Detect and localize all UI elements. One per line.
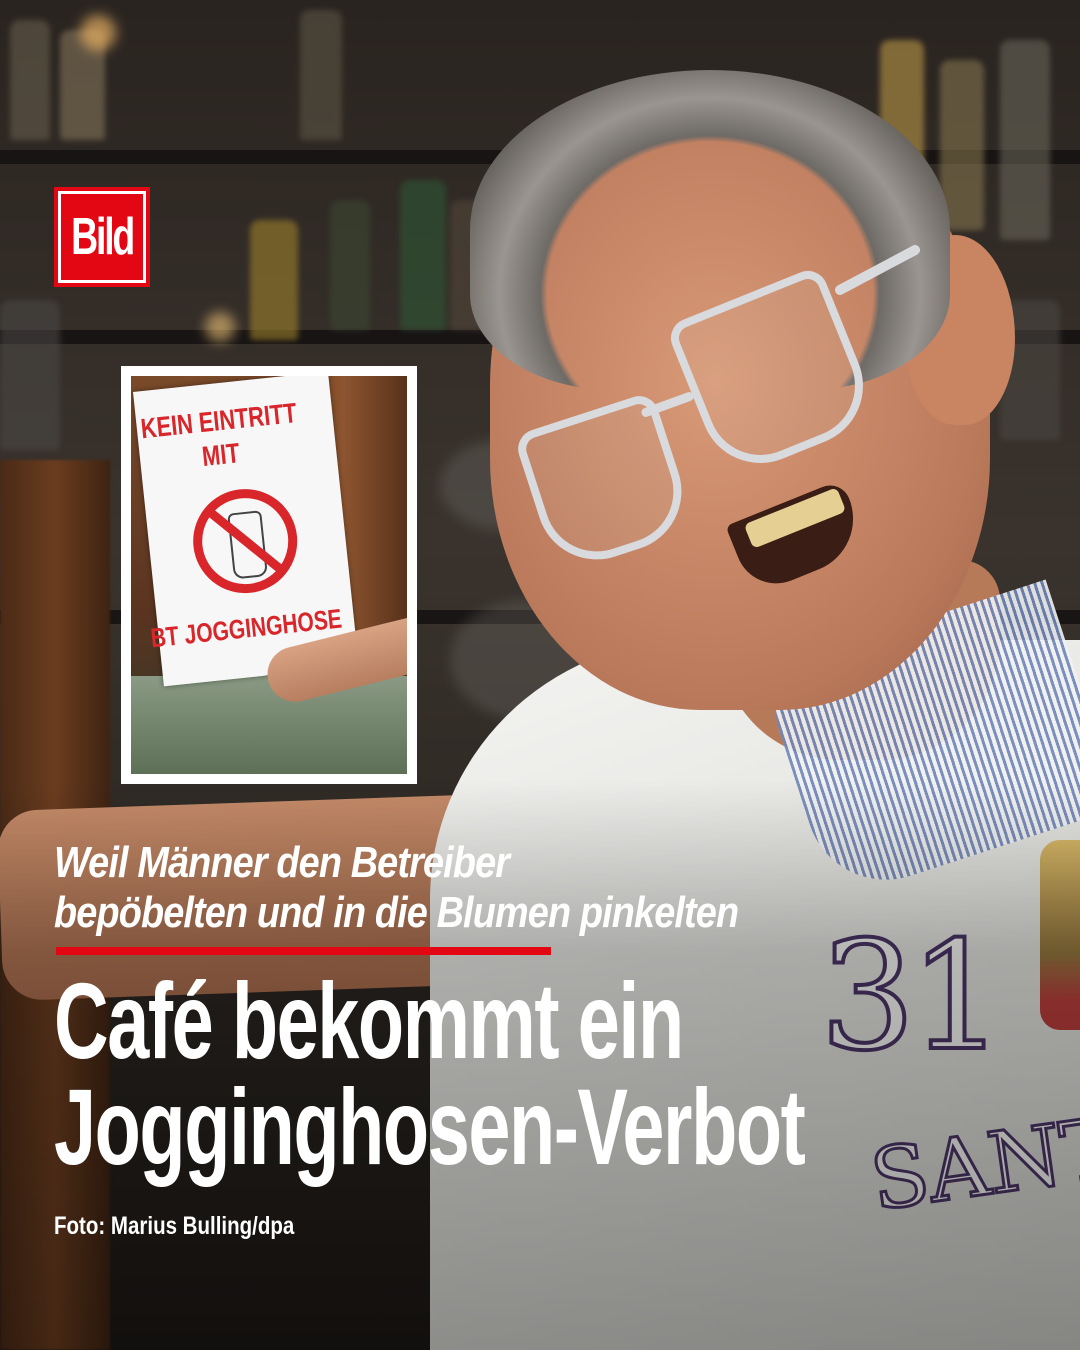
bild-logo: Bild xyxy=(54,187,150,287)
sign-line-1: KEIN EINTRITT xyxy=(139,397,299,445)
red-divider xyxy=(56,947,551,955)
sign-line-2: MIT xyxy=(200,437,242,473)
headline-line-1: Café bekommt ein xyxy=(54,960,684,1081)
kicker-line-1: Weil Männer den Betreiber xyxy=(54,838,510,887)
kicker-line-2: bepöbelten und in die Blumen pinkelten xyxy=(54,888,739,937)
no-sweatpants-icon xyxy=(188,483,303,599)
inset-photo: KEIN EINTRITT MIT BT JOGGINGHOSE xyxy=(121,366,417,784)
inset-photo-image: KEIN EINTRITT MIT BT JOGGINGHOSE xyxy=(131,376,407,774)
kicker: Weil Männer den Betreiber bepöbelten und… xyxy=(54,838,739,938)
headline: Café bekommt ein Jogginghosen-Verbot xyxy=(54,967,806,1181)
photo-credit: Foto: Marius Bulling/dpa xyxy=(54,1212,295,1240)
bild-logo-text: Bild xyxy=(70,208,135,266)
headline-line-2: Jogginghosen-Verbot xyxy=(54,1066,806,1187)
